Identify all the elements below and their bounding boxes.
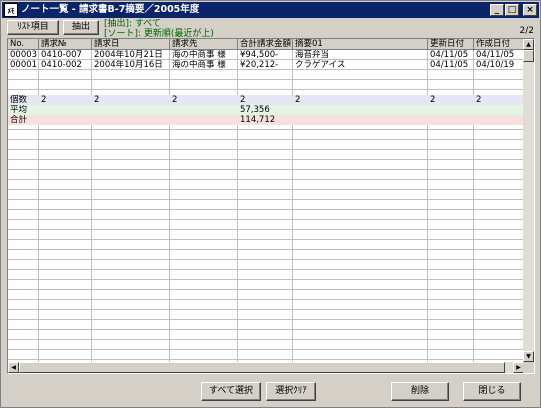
count-value: 2 bbox=[430, 95, 436, 105]
column-header-created[interactable]: 作成日付 bbox=[474, 39, 524, 50]
grid-row-line bbox=[8, 329, 524, 330]
grid-row-line bbox=[8, 239, 524, 240]
count-value: 2 bbox=[476, 95, 482, 105]
count-value: 2 bbox=[172, 95, 178, 105]
row-invoice-no: 0410-007 bbox=[41, 50, 82, 60]
notes-grid[interactable]: No. 請求№ 請求日 請求先 合計請求金額 摘要01 更新日付 作成日付 00… bbox=[7, 38, 535, 374]
row-updated: 04/11/05 bbox=[430, 60, 469, 70]
average-value: 57,356 bbox=[240, 105, 270, 115]
filter-status: [抽出]: すべて bbox=[104, 19, 161, 29]
row-invoice-date: 2004年10月16日 bbox=[94, 60, 163, 70]
window-title: ノート一覧 - 請求書B-7摘要／2005年度 bbox=[21, 4, 200, 15]
horizontal-scroll-thumb[interactable] bbox=[19, 362, 505, 373]
grid-row-line bbox=[8, 269, 524, 270]
close-button[interactable]: 閉じる bbox=[463, 382, 521, 401]
clear-selection-button[interactable]: 選択ｸﾘｱ bbox=[266, 382, 316, 401]
count-value: 2 bbox=[295, 95, 301, 105]
row-no: 00003 bbox=[10, 50, 38, 60]
grid-row-line bbox=[8, 199, 524, 200]
count-value: 2 bbox=[41, 95, 47, 105]
column-header-total-amount[interactable]: 合計請求金額 bbox=[238, 39, 293, 50]
list-items-button[interactable]: ﾘｽﾄ項目 bbox=[7, 20, 59, 35]
grid-row-line bbox=[8, 189, 524, 190]
horizontal-scrollbar[interactable]: ◀ ▶ bbox=[8, 362, 524, 373]
grid-row-line bbox=[8, 209, 524, 210]
grid-row-line bbox=[8, 249, 524, 250]
grid-row-line bbox=[8, 309, 524, 310]
row-total-amount: ¥20,212- bbox=[240, 60, 279, 70]
grid-header: No. 請求№ 請求日 請求先 合計請求金額 摘要01 更新日付 作成日付 bbox=[8, 39, 524, 50]
count-value: 2 bbox=[94, 95, 100, 105]
grid-row-line bbox=[8, 279, 524, 280]
grid-row-line bbox=[8, 129, 524, 130]
grid-row-line bbox=[8, 169, 524, 170]
grid-row-line bbox=[8, 259, 524, 260]
row-total-amount: ¥94,500- bbox=[240, 50, 279, 60]
scroll-down-icon[interactable]: ▼ bbox=[523, 351, 534, 362]
grid-row-line bbox=[8, 89, 524, 90]
count-label: 個数 bbox=[10, 95, 28, 105]
grid-row-line bbox=[8, 319, 524, 320]
column-header-client[interactable]: 請求先 bbox=[170, 39, 238, 50]
grid-row-line bbox=[8, 339, 524, 340]
total-label: 合計 bbox=[10, 115, 28, 125]
grid-row-line bbox=[8, 359, 524, 360]
maximize-button[interactable]: □ bbox=[505, 4, 519, 16]
total-value: 114,712 bbox=[240, 115, 276, 125]
close-window-button[interactable]: × bbox=[523, 4, 537, 16]
column-header-invoice-no[interactable]: 請求№ bbox=[39, 39, 92, 50]
row-client: 海の中商事 様 bbox=[172, 50, 226, 60]
column-header-invoice-date[interactable]: 請求日 bbox=[92, 39, 170, 50]
select-all-button[interactable]: すべて選択 bbox=[201, 382, 261, 401]
scrollbar-corner bbox=[523, 362, 534, 373]
column-header-updated[interactable]: 更新日付 bbox=[428, 39, 474, 50]
minimize-button[interactable]: _ bbox=[490, 4, 504, 16]
grid-row-line bbox=[8, 229, 524, 230]
extract-button[interactable]: 抽出 bbox=[63, 20, 99, 35]
row-created: 04/11/05 bbox=[476, 50, 515, 60]
row-updated: 04/11/05 bbox=[430, 50, 469, 60]
row-invoice-date: 2004年10月21日 bbox=[94, 50, 163, 60]
grid-row-line bbox=[8, 299, 524, 300]
scroll-up-icon[interactable]: ▲ bbox=[523, 39, 534, 50]
scroll-left-icon[interactable]: ◀ bbox=[8, 362, 19, 373]
delete-button[interactable]: 削除 bbox=[391, 382, 449, 401]
vertical-scroll-thumb[interactable] bbox=[523, 50, 534, 62]
grid-row-line bbox=[8, 159, 524, 160]
row-invoice-no: 0410-002 bbox=[41, 60, 82, 70]
row-summary01: 海苔弁当 bbox=[295, 50, 330, 60]
notes-list-window: ﾒﾓ ノート一覧 - 請求書B-7摘要／2005年度 _ □ × ﾘｽﾄ項目 抽… bbox=[0, 0, 541, 408]
column-header-no[interactable]: No. bbox=[8, 39, 39, 50]
page-indicator: 2/2 bbox=[519, 26, 534, 36]
vertical-scrollbar[interactable]: ▲ ▼ bbox=[523, 39, 534, 362]
row-summary01: クラゲアイス bbox=[295, 60, 346, 70]
row-no: 00001 bbox=[10, 60, 38, 70]
count-value: 2 bbox=[240, 95, 246, 105]
grid-row-line bbox=[8, 349, 524, 350]
grid-row-line bbox=[8, 139, 524, 140]
column-header-summary01[interactable]: 摘要01 bbox=[293, 39, 428, 50]
title-bar[interactable]: ﾒﾓ ノート一覧 - 請求書B-7摘要／2005年度 _ □ × bbox=[2, 2, 539, 18]
average-label: 平均 bbox=[10, 105, 28, 115]
row-client: 海の中商事 様 bbox=[172, 60, 226, 70]
grid-row-line bbox=[8, 289, 524, 290]
row-created: 04/10/19 bbox=[476, 60, 515, 70]
grid-row-line bbox=[8, 179, 524, 180]
app-icon: ﾒﾓ bbox=[4, 3, 18, 17]
grid-row-line bbox=[8, 79, 524, 80]
grid-row-line bbox=[8, 219, 524, 220]
grid-row-line bbox=[8, 149, 524, 150]
